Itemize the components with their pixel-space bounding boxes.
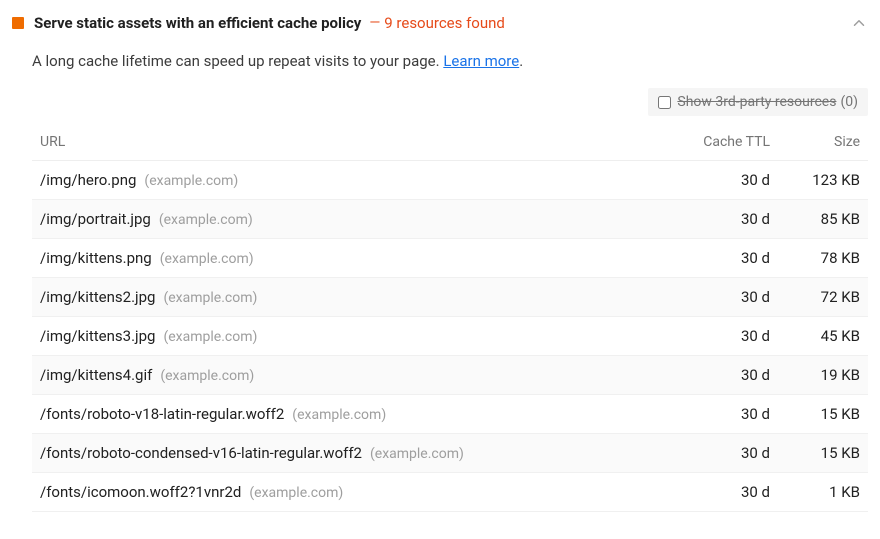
cell-ttl: 30 d — [660, 327, 770, 345]
audit-header[interactable]: Serve static assets with an efficient ca… — [0, 8, 880, 36]
resource-origin: (example.com) — [163, 290, 257, 306]
resources-table: URL Cache TTL Size /img/hero.png (example… — [0, 124, 880, 512]
resource-origin: (example.com) — [144, 173, 238, 189]
cell-url: /img/portrait.jpg (example.com) — [40, 210, 660, 228]
resource-origin: (example.com) — [160, 368, 254, 384]
cell-url: /img/kittens3.jpg (example.com) — [40, 327, 660, 345]
table-row[interactable]: /fonts/roboto-condensed-v16-latin-regula… — [32, 434, 868, 473]
cell-url: /img/kittens.png (example.com) — [40, 249, 660, 267]
description-text: A long cache lifetime can speed up repea… — [32, 52, 443, 70]
resource-path: /img/kittens.png — [40, 249, 152, 267]
cell-size: 19 KB — [770, 366, 860, 384]
resource-origin: (example.com) — [370, 446, 464, 462]
resource-path: /img/kittens2.jpg — [40, 288, 155, 306]
audit-title: Serve static assets with an efficient ca… — [34, 14, 361, 32]
severity-square-icon — [12, 17, 24, 29]
cell-size: 1 KB — [770, 483, 860, 501]
cell-url: /fonts/roboto-v18-latin-regular.woff2 (ex… — [40, 405, 660, 423]
cell-ttl: 30 d — [660, 210, 770, 228]
table-row[interactable]: /img/hero.png (example.com) 30 d123 KB — [32, 161, 868, 200]
table-row[interactable]: /img/kittens3.jpg (example.com) 30 d45 KB — [32, 317, 868, 356]
resource-path: /img/kittens3.jpg — [40, 327, 155, 345]
resource-path: /img/hero.png — [40, 171, 136, 189]
resource-path: /img/portrait.jpg — [40, 210, 151, 228]
separator-dash: — — [369, 15, 380, 31]
third-party-toggle-count: (0) — [840, 94, 858, 110]
resource-origin: (example.com) — [163, 329, 257, 345]
table-header: URL Cache TTL Size — [32, 124, 868, 161]
third-party-toggle[interactable]: Show 3rd-party resources (0) — [648, 88, 868, 116]
chevron-up-icon[interactable] — [850, 14, 868, 32]
col-header-url: URL — [40, 134, 660, 150]
cell-size: 123 KB — [770, 171, 860, 189]
resource-origin: (example.com) — [160, 251, 254, 267]
table-row[interactable]: /img/kittens2.jpg (example.com) 30 d72 KB — [32, 278, 868, 317]
cell-size: 15 KB — [770, 444, 860, 462]
cell-url: /fonts/icomoon.woff2?1vnr2d (example.com) — [40, 483, 660, 501]
cell-url: /img/kittens2.jpg (example.com) — [40, 288, 660, 306]
table-row[interactable]: /fonts/icomoon.woff2?1vnr2d (example.com)… — [32, 473, 868, 512]
cell-size: 15 KB — [770, 405, 860, 423]
third-party-toggle-label: Show 3rd-party resources — [677, 94, 836, 110]
resource-path: /img/kittens4.gif — [40, 366, 152, 384]
table-row[interactable]: /img/portrait.jpg (example.com) 30 d85 KB — [32, 200, 868, 239]
cell-ttl: 30 d — [660, 366, 770, 384]
table-row[interactable]: /img/kittens4.gif (example.com) 30 d19 KB — [32, 356, 868, 395]
resources-found-count: 9 resources found — [384, 14, 505, 32]
cell-ttl: 30 d — [660, 483, 770, 501]
cell-url: /img/hero.png (example.com) — [40, 171, 660, 189]
learn-more-link[interactable]: Learn more — [443, 52, 519, 70]
col-header-size: Size — [770, 134, 860, 150]
resource-origin: (example.com) — [292, 407, 386, 423]
cell-ttl: 30 d — [660, 444, 770, 462]
cell-size: 45 KB — [770, 327, 860, 345]
cell-ttl: 30 d — [660, 405, 770, 423]
table-body: /img/hero.png(example.com)30 d123 KB/img… — [32, 161, 868, 512]
third-party-checkbox[interactable] — [658, 96, 671, 109]
table-row[interactable]: /img/kittens.png (example.com) 30 d78 KB — [32, 239, 868, 278]
resource-origin: (example.com) — [159, 212, 253, 228]
resource-path: /fonts/roboto-v18-latin-regular.woff2 — [40, 405, 284, 423]
cell-url: /img/kittens4.gif (example.com) — [40, 366, 660, 384]
col-header-ttl: Cache TTL — [660, 134, 770, 150]
audit-description: A long cache lifetime can speed up repea… — [0, 36, 880, 88]
resource-path: /fonts/icomoon.woff2?1vnr2d — [40, 483, 241, 501]
resource-path: /fonts/roboto-condensed-v16-latin-regula… — [40, 444, 362, 462]
cell-url: /fonts/roboto-condensed-v16-latin-regula… — [40, 444, 660, 462]
cell-ttl: 30 d — [660, 171, 770, 189]
third-party-toggle-row: Show 3rd-party resources (0) — [0, 88, 880, 124]
cell-size: 85 KB — [770, 210, 860, 228]
description-tail: . — [519, 52, 523, 70]
cell-size: 72 KB — [770, 288, 860, 306]
audit-panel: Serve static assets with an efficient ca… — [0, 0, 880, 524]
cell-ttl: 30 d — [660, 288, 770, 306]
table-row[interactable]: /fonts/roboto-v18-latin-regular.woff2 (ex… — [32, 395, 868, 434]
cell-size: 78 KB — [770, 249, 860, 267]
resource-origin: (example.com) — [249, 485, 343, 501]
cell-ttl: 30 d — [660, 249, 770, 267]
